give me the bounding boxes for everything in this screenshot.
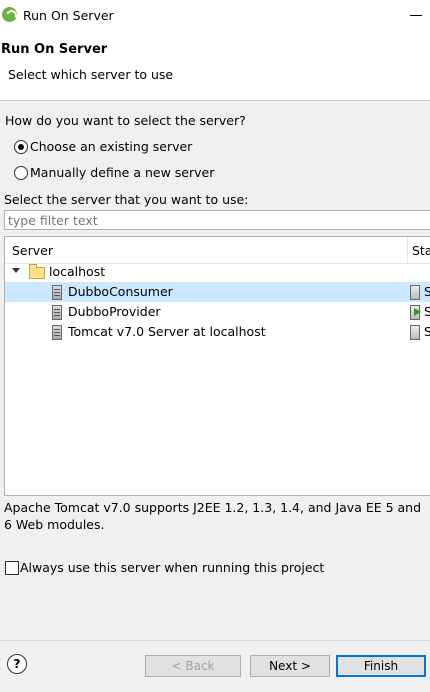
server-icon xyxy=(52,305,62,320)
wizard-description: Select which server to use xyxy=(8,67,174,82)
column-divider[interactable] xyxy=(407,237,408,263)
group-label: localhost xyxy=(49,264,106,279)
table-header: Server Sta xyxy=(5,237,430,264)
always-use-label[interactable]: Always use this server when running this… xyxy=(20,560,324,575)
table-row[interactable]: DubboConsumer S xyxy=(5,282,430,302)
server-state: S xyxy=(424,284,430,299)
title-bar: Run On Server xyxy=(0,0,430,32)
running-play-icon xyxy=(414,308,421,316)
spring-app-icon xyxy=(2,7,17,22)
minimize-button[interactable] xyxy=(406,6,426,24)
tree-group-localhost[interactable]: localhost xyxy=(5,262,430,282)
always-use-checkbox[interactable] xyxy=(5,561,19,575)
server-name: DubboConsumer xyxy=(68,284,173,299)
collapse-arrow-icon[interactable] xyxy=(12,268,20,273)
stopped-state-icon xyxy=(410,325,420,340)
help-icon[interactable]: ? xyxy=(7,654,27,674)
select-server-label: Select the server that you want to use: xyxy=(4,192,249,207)
server-state: S xyxy=(424,324,430,339)
filter-input[interactable] xyxy=(4,210,430,230)
server-icon xyxy=(52,325,62,340)
server-name: Tomcat v7.0 Server at localhost xyxy=(68,324,266,339)
server-table[interactable]: Server Sta localhost DubboConsumer S Dub… xyxy=(4,236,430,496)
column-server[interactable]: Server xyxy=(12,243,53,258)
folder-icon xyxy=(29,264,45,279)
table-row[interactable]: Tomcat v7.0 Server at localhost S xyxy=(5,322,430,342)
choose-existing-radio[interactable] xyxy=(14,140,28,154)
selection-question: How do you want to select the server? xyxy=(5,113,246,128)
button-bar-divider xyxy=(0,640,430,641)
window-title: Run On Server xyxy=(23,8,114,23)
wizard-header: Run On Server Select which server to use xyxy=(0,32,430,101)
manual-define-label[interactable]: Manually define a new server xyxy=(30,165,214,180)
back-button[interactable]: < Back xyxy=(145,655,241,677)
next-button[interactable]: Next > xyxy=(250,655,330,677)
wizard-title: Run On Server xyxy=(1,42,108,57)
table-row[interactable]: DubboProvider S xyxy=(5,302,430,322)
choose-existing-label[interactable]: Choose an existing server xyxy=(30,139,192,154)
finish-button[interactable]: Finish xyxy=(336,655,426,677)
stopped-state-icon xyxy=(410,285,420,300)
column-state[interactable]: Sta xyxy=(412,243,430,258)
server-description: Apache Tomcat v7.0 supports J2EE 1.2, 1.… xyxy=(4,500,422,532)
server-icon xyxy=(52,285,62,300)
server-state: S xyxy=(424,304,430,319)
manual-define-radio[interactable] xyxy=(14,166,28,180)
server-name: DubboProvider xyxy=(68,304,161,319)
